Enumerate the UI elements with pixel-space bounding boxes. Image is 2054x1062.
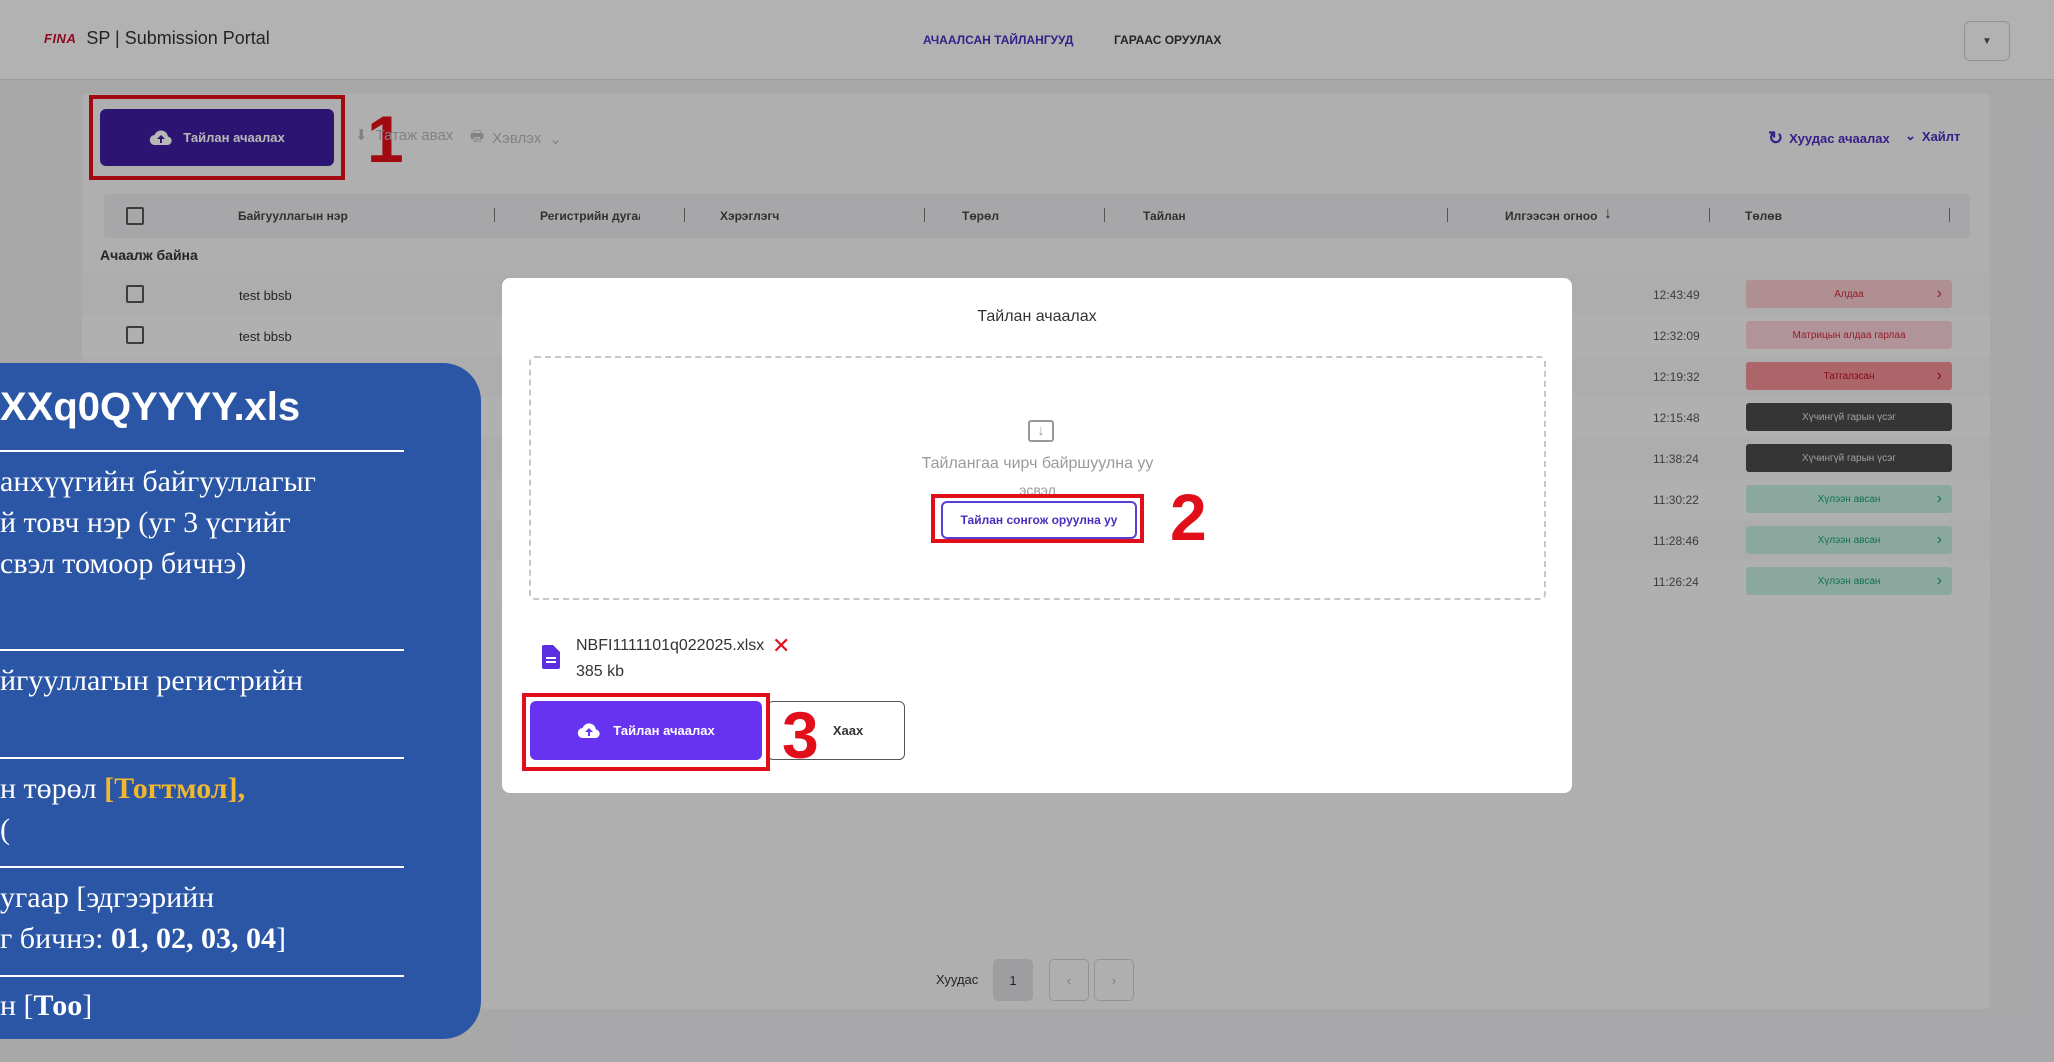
- divider: [0, 975, 404, 977]
- remove-file-icon[interactable]: ✕: [772, 633, 790, 659]
- info-text-line: (: [0, 813, 10, 846]
- file-icon: [542, 645, 560, 669]
- info-text-line: свэл томоор бичнэ): [0, 547, 247, 580]
- info-text-line: угаар [эдгээрийн: [0, 881, 215, 914]
- file-drop-zone[interactable]: ↓ Тайлангаа чирч байршуулна уу эсвэл Тай…: [529, 356, 1546, 600]
- info-text-line: г бичнэ: 01, 02, 03, 04]: [0, 918, 286, 959]
- info-text-fragment: г бичнэ:: [0, 922, 111, 955]
- info-text-line: й товч нэр (уг 3 үсгийг: [0, 506, 291, 539]
- highlight-box-3: [522, 693, 770, 771]
- divider: [0, 866, 404, 868]
- selected-file-name: NBFI1111101q022025.xlsx: [576, 637, 765, 654]
- info-text-fragment: ]: [82, 989, 93, 1022]
- divider: [0, 649, 404, 651]
- info-text-fragment: ,: [237, 772, 246, 805]
- download-tray-icon: ↓: [1028, 420, 1054, 442]
- step-marker-2: 2: [1170, 480, 1207, 554]
- info-bold: 01, 02, 03, 04: [110, 922, 276, 955]
- drop-instruction: Тайлангаа чирч байршуулна уу: [921, 455, 1154, 472]
- step-marker-3: 3: [782, 698, 819, 772]
- selected-file-size: 385 kb: [576, 663, 625, 680]
- info-text-line: н төрөл [Тогтмол],: [0, 768, 245, 809]
- info-text-fragment: н төрөл: [0, 772, 105, 805]
- filename-info-card: XXq0QYYYY.xls анхүүгийн байгууллагыг й т…: [0, 363, 481, 1039]
- info-text-line: н [Тоо]: [0, 985, 92, 1026]
- info-highlight: [Тогтмол]: [104, 772, 238, 805]
- info-card-title: XXq0QYYYY.xls: [0, 385, 301, 429]
- info-text-line: йгууллагын регистрийн: [0, 664, 303, 697]
- info-text-line: анхүүгийн байгууллагыг: [0, 465, 316, 498]
- highlight-box-2: [931, 494, 1144, 543]
- divider: [0, 450, 404, 452]
- divider: [0, 757, 404, 759]
- info-bold: Тоо: [33, 989, 83, 1022]
- info-text-fragment: н [: [0, 989, 34, 1022]
- modal-close-label: Хаах: [832, 723, 864, 738]
- modal-title: Тайлан ачаалах: [977, 308, 1097, 325]
- info-text-fragment: ]: [275, 922, 286, 955]
